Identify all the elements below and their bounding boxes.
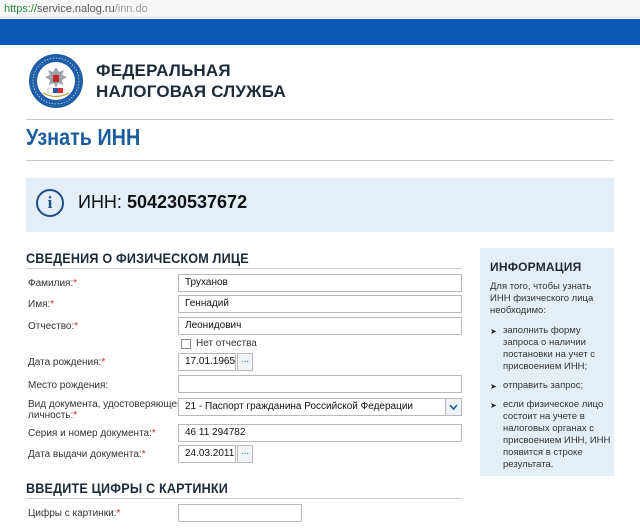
doc-type-select[interactable]: 21 - Паспорт гражданина Российской Федер… xyxy=(178,398,446,416)
patronymic-input[interactable]: Леонидович xyxy=(178,317,462,335)
url-path: /inn.do xyxy=(114,3,148,15)
name-input[interactable]: Геннадий xyxy=(178,295,462,313)
patronymic-label: Отчество:* xyxy=(28,321,79,332)
doc-number-label: Серия и номер документа:* xyxy=(28,428,156,439)
org-name-line2: НАЛОГОВАЯ СЛУЖБА xyxy=(96,82,286,101)
org-name-line1: ФЕДЕРАЛЬНАЯ xyxy=(96,61,231,80)
site-top-band xyxy=(0,19,640,45)
section-title-captcha: ВВЕДИТЕ ЦИФРЫ С КАРТИНКИ xyxy=(26,480,229,496)
org-name[interactable]: ФЕДЕРАЛЬНАЯ НАЛОГОВАЯ СЛУЖБА xyxy=(96,60,296,102)
inn-result-box: i ИНН: 504230537672 xyxy=(26,178,614,232)
surname-input[interactable]: Труханов xyxy=(178,274,462,292)
captcha-section-divider xyxy=(26,498,462,499)
no-patronymic-label[interactable]: Нет отчества xyxy=(196,338,257,349)
arrow-bullet-icon: ➤ xyxy=(490,382,497,391)
section-divider xyxy=(26,268,462,269)
surname-label: Фамилия:* xyxy=(28,278,78,289)
info-icon: i xyxy=(36,189,64,217)
sidebar-title: ИНФОРМАЦИЯ xyxy=(490,260,582,274)
sidebar-list: ➤ заполнить форму запроса о наличии поста… xyxy=(490,325,612,478)
name-label: Имя:* xyxy=(28,299,55,310)
birth-date-calendar-button[interactable]: ... xyxy=(237,353,253,371)
list-item: ➤ отправить запрос; xyxy=(490,380,584,391)
inn-result: ИНН: 504230537672 xyxy=(78,192,247,213)
captcha-input[interactable] xyxy=(178,504,302,522)
header-divider xyxy=(26,119,614,120)
doc-type-label: Вид документа, удостоверяющего личность:… xyxy=(28,399,187,421)
no-patronymic-checkbox[interactable] xyxy=(181,339,191,349)
info-sidebar: ИНФОРМАЦИЯ Для того, чтобы узнать ИНН фи… xyxy=(480,248,614,476)
list-item: ➤ заполнить форму запроса о наличии поста… xyxy=(490,325,595,372)
address-bar[interactable]: https://service.nalog.ru/inn.do xyxy=(0,0,640,18)
birth-place-label: Место рождения: xyxy=(28,380,109,391)
doc-date-input[interactable]: 24.03.2011 xyxy=(178,445,236,463)
page-title: Узнать ИНН xyxy=(26,124,141,150)
arrow-bullet-icon: ➤ xyxy=(490,401,497,410)
captcha-label: Цифры с картинки:* xyxy=(28,508,121,519)
fns-emblem-icon[interactable] xyxy=(28,53,84,109)
doc-type-dropdown-icon[interactable] xyxy=(445,398,462,416)
arrow-bullet-icon: ➤ xyxy=(490,327,497,336)
inn-value: 504230537672 xyxy=(126,192,248,212)
title-divider xyxy=(26,160,614,161)
doc-date-calendar-button[interactable]: ... xyxy=(237,445,253,463)
birth-date-label: Дата рождения:* xyxy=(28,357,106,368)
url-scheme: https:// xyxy=(4,3,38,15)
inn-label: ИНН: xyxy=(78,192,122,212)
birth-date-input[interactable]: 17.01.1965 xyxy=(178,353,236,371)
section-title-person: СВЕДЕНИЯ О ФИЗИЧЕСКОМ ЛИЦЕ xyxy=(26,250,249,266)
list-item: ➤ если физическое лицо состоит на учете в… xyxy=(490,399,611,470)
doc-date-label: Дата выдачи документа:* xyxy=(28,449,146,460)
birth-place-input[interactable] xyxy=(178,375,462,393)
doc-number-input[interactable]: 46 11 294782 xyxy=(178,424,462,442)
url-host: service.nalog.ru xyxy=(37,3,115,15)
sidebar-intro: Для того, чтобы узнать ИНН физического л… xyxy=(490,281,594,316)
